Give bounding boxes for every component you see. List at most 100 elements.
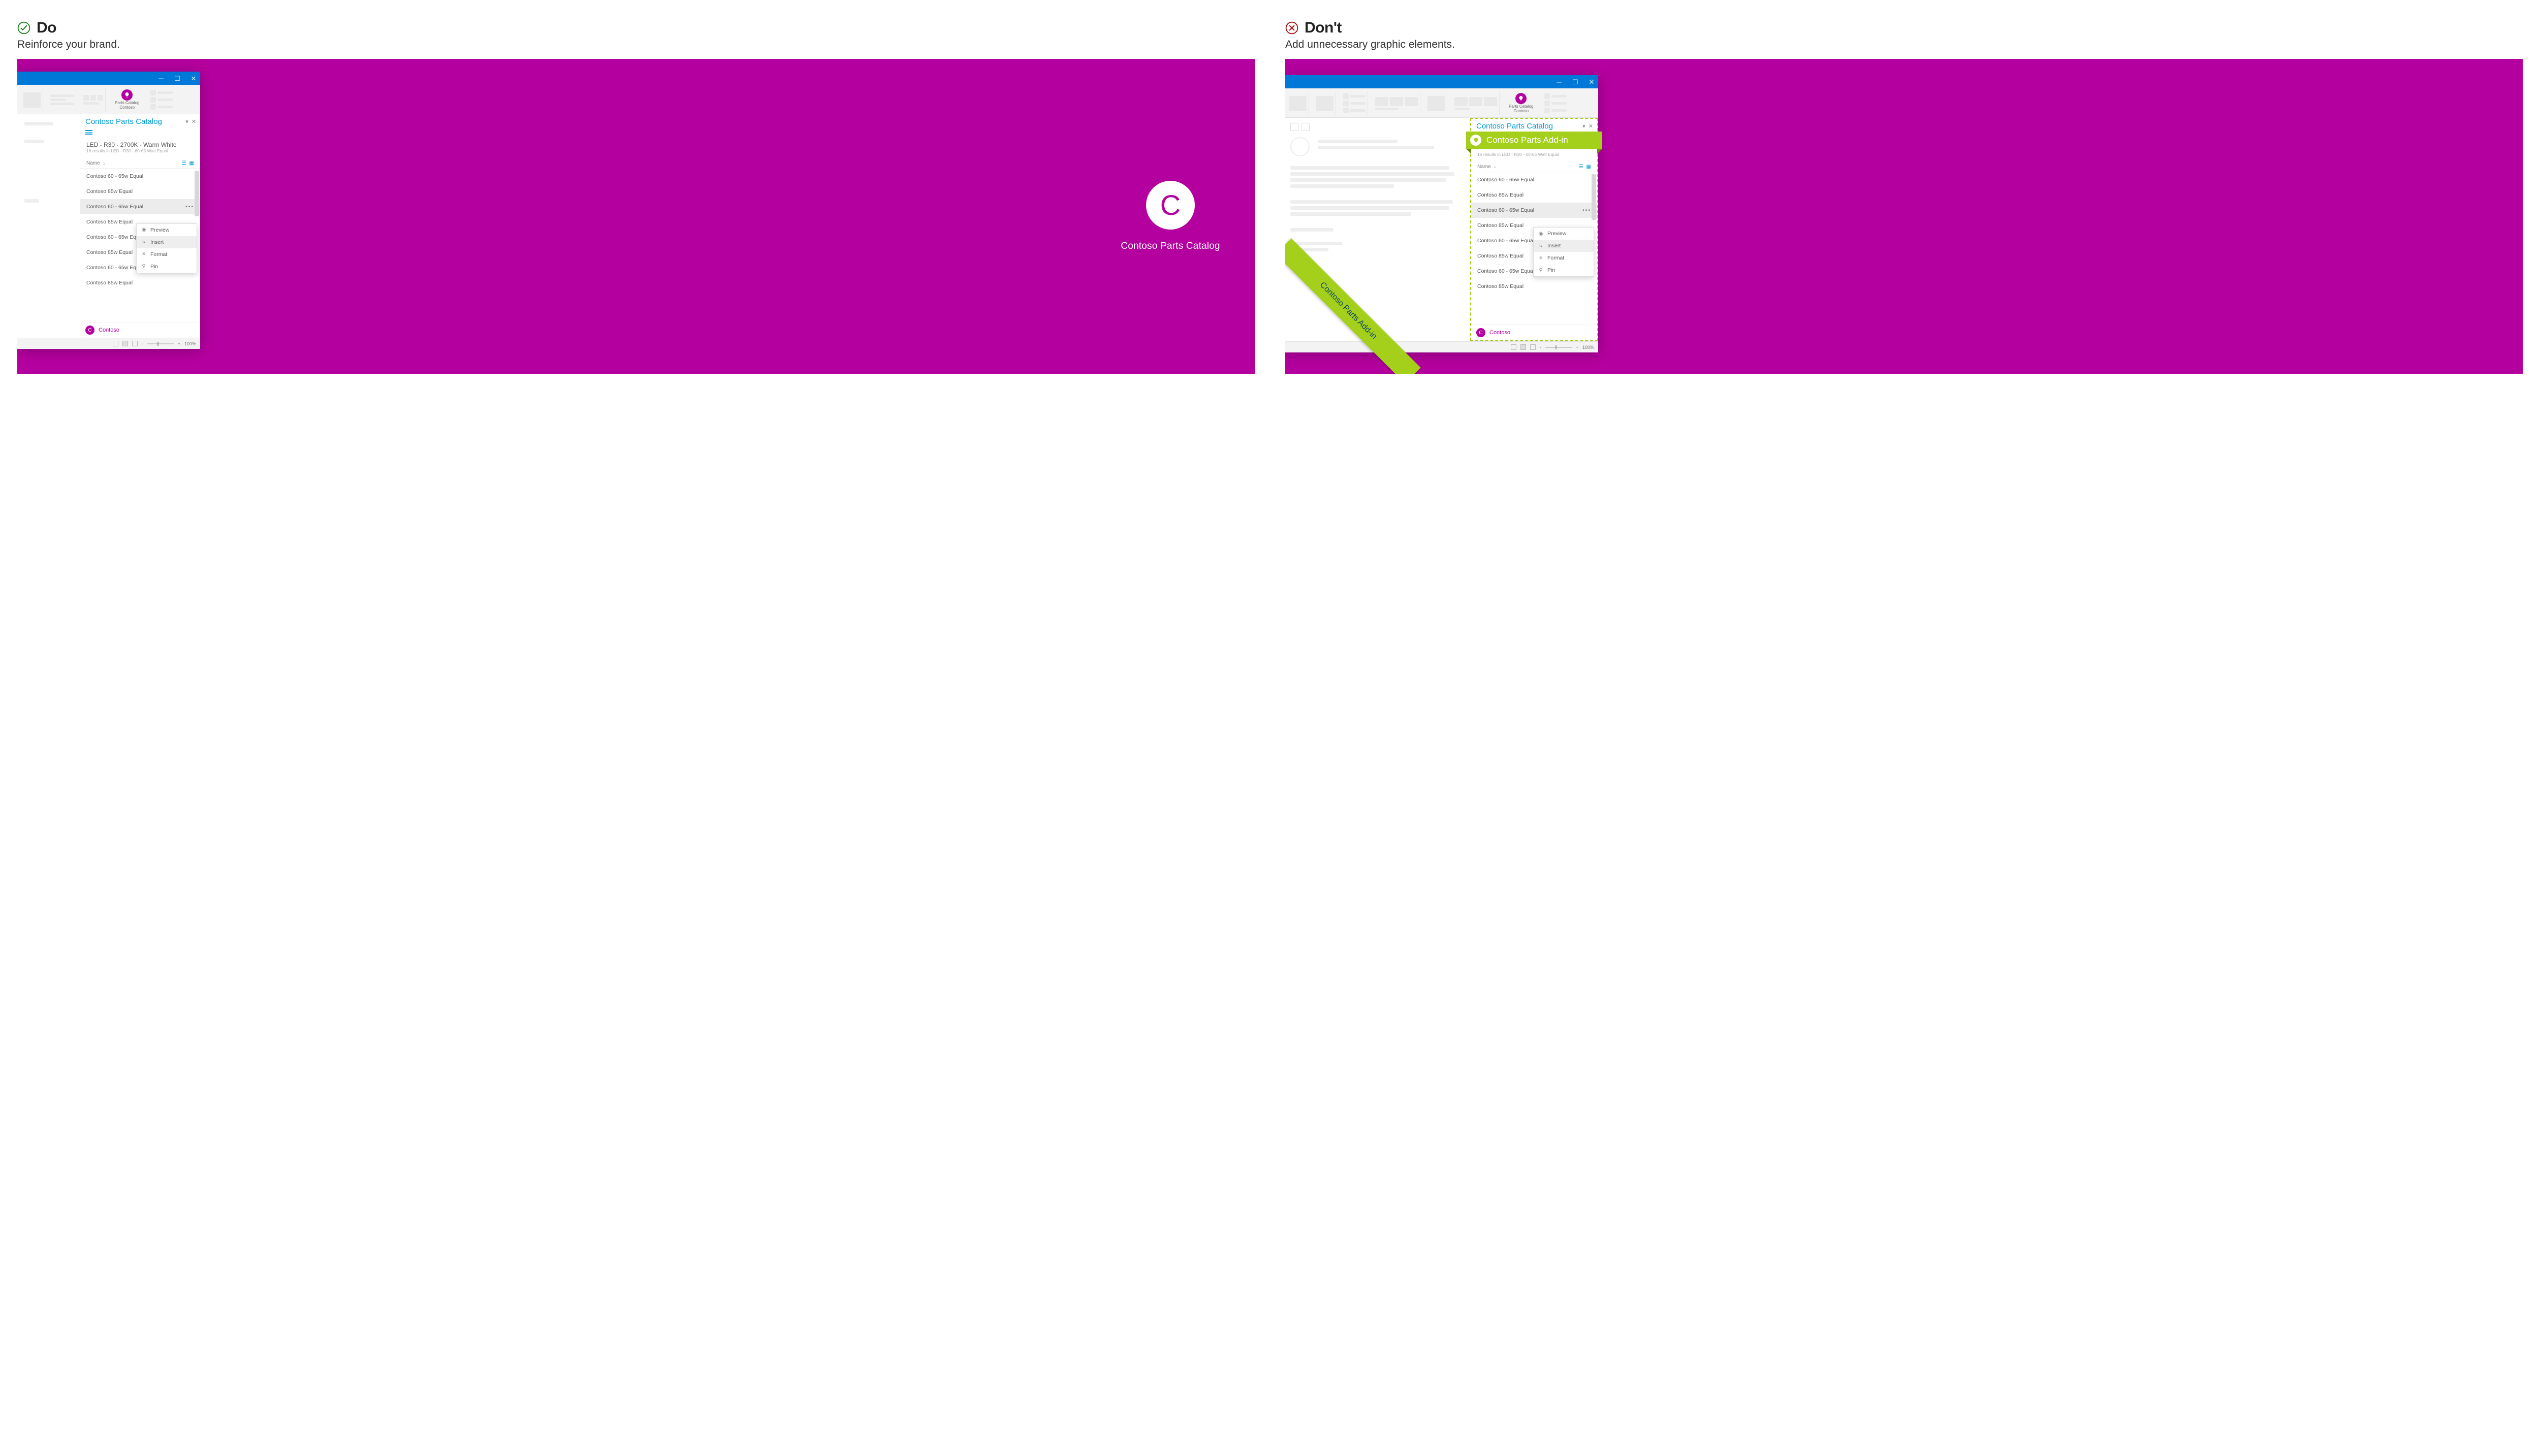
pin-icon: ⚲	[1538, 268, 1544, 273]
brand-footer-label[interactable]: Contoso	[99, 327, 119, 333]
ctx-pin[interactable]: ⚲Pin	[137, 261, 197, 273]
view-reading-icon[interactable]	[1520, 344, 1526, 350]
brand-badge-icon: C	[85, 326, 94, 335]
grid-view-icon[interactable]: ▦	[189, 160, 194, 166]
window-minimize-icon[interactable]: ─	[1554, 79, 1564, 85]
avatar-icon	[1290, 137, 1310, 156]
zoom-in-button[interactable]: +	[178, 341, 180, 346]
mail-pane	[17, 114, 80, 338]
window-maximize-icon[interactable]: ☐	[173, 75, 182, 82]
window-minimize-icon[interactable]: ─	[156, 75, 166, 82]
ribbon: Parts CatalogContoso	[1285, 88, 1598, 118]
sort-asc-icon[interactable]: ↓	[103, 160, 105, 166]
window-titlebar: ─ ☐ ✕	[1285, 75, 1598, 88]
window-close-icon[interactable]: ✕	[189, 75, 198, 82]
zoom-in-button[interactable]: +	[1576, 345, 1578, 350]
format-icon: ≡	[141, 251, 147, 257]
zoom-slider[interactable]	[1545, 347, 1572, 348]
list-item[interactable]: Contoso 85w Equal	[80, 184, 200, 199]
task-pane-dashed: Contoso Parts Catalog ▾ ✕ Contoso Parts …	[1470, 118, 1598, 341]
view-web-icon[interactable]	[132, 341, 138, 346]
lightbulb-icon	[121, 89, 133, 101]
search-title: LED - R30 - 2700K - Warm White	[80, 141, 200, 148]
list-item-selected[interactable]: Contoso 60 - 65w Equal •••	[1471, 203, 1597, 218]
checkbox-icon[interactable]	[1290, 123, 1298, 131]
window-close-icon[interactable]: ✕	[1587, 79, 1596, 85]
addin-flag-label: Contoso Parts Add-in	[1486, 135, 1568, 145]
brand-footer-label[interactable]: Contoso	[1489, 330, 1510, 336]
scrollbar-thumb[interactable]	[195, 171, 199, 216]
context-menu: ◉Preview ↳Insert ≡Format ⚲Pin	[1533, 227, 1594, 277]
list-item[interactable]: Contoso 85w Equal	[1471, 187, 1597, 203]
checkbox-icon[interactable]	[1301, 123, 1310, 131]
ctx-format[interactable]: ≡Format	[1534, 252, 1594, 264]
grid-view-icon[interactable]: ▦	[1586, 164, 1591, 170]
brand-badge-icon: C	[1476, 328, 1485, 337]
view-normal-icon[interactable]	[1511, 344, 1516, 350]
cross-circle-icon	[1285, 21, 1298, 35]
list-item-selected[interactable]: Contoso 60 - 65w Equal •••	[80, 199, 200, 214]
search-subtitle: 16 results in LED - R30 - 60-65 Watt Equ…	[80, 148, 200, 158]
zoom-out-button[interactable]: -	[142, 341, 143, 346]
addin-flag-banner: Contoso Parts Add-in	[1466, 132, 1602, 149]
format-icon: ≡	[1538, 255, 1544, 261]
more-icon[interactable]: •••	[1582, 207, 1591, 213]
brand-splash: C Contoso Parts Catalog	[1086, 59, 1255, 374]
view-web-icon[interactable]	[1530, 344, 1536, 350]
list-item[interactable]: Contoso 60 - 65w Equal	[80, 169, 200, 184]
ctx-format[interactable]: ≡Format	[137, 248, 197, 261]
ribbon: Parts CatalogContoso	[17, 85, 200, 114]
window-titlebar: ─ ☐ ✕	[17, 72, 200, 85]
task-pane: Contoso Parts Catalog ▾ ✕ LED - R30 - 27…	[80, 114, 200, 338]
ctx-insert[interactable]: ↳Insert	[137, 236, 197, 248]
scrollbar-thumb[interactable]	[1592, 174, 1596, 220]
ctx-insert[interactable]: ↳Insert	[1534, 240, 1594, 252]
view-reading-icon[interactable]	[122, 341, 128, 346]
eye-icon: ◉	[1538, 231, 1544, 237]
hamburger-icon[interactable]	[85, 129, 92, 136]
pane-close-icon[interactable]: ✕	[192, 118, 196, 125]
do-column: Do Reinforce your brand. ─ ☐ ✕	[17, 19, 1255, 374]
list-view-icon[interactable]: ☰	[182, 160, 186, 166]
sort-asc-icon[interactable]: ↓	[1494, 164, 1496, 170]
brand-logo-circle: C	[1146, 181, 1195, 230]
do-stage: ─ ☐ ✕	[17, 59, 1255, 374]
search-subtitle: 16 results in LED - R30 - 60-65 Watt Equ…	[1471, 152, 1597, 162]
column-name-header[interactable]: Name	[86, 160, 100, 166]
pane-pin-icon[interactable]: ▾	[1582, 123, 1585, 130]
dont-stage: ─ ☐ ✕	[1285, 59, 2523, 374]
do-title: Do	[37, 19, 56, 37]
list-item[interactable]: Contoso 85w Equal	[1471, 279, 1597, 294]
ribbon-addin-button[interactable]: Parts CatalogContoso	[111, 88, 143, 112]
dont-title: Don't	[1305, 19, 1342, 37]
zoom-level: 100%	[1582, 345, 1594, 350]
zoom-level: 100%	[184, 341, 196, 346]
more-icon[interactable]: •••	[185, 204, 194, 210]
ctx-preview[interactable]: ◉Preview	[137, 224, 197, 236]
status-bar: - + 100%	[17, 338, 200, 349]
insert-icon: ↳	[141, 239, 147, 245]
results-list: Contoso 60 - 65w Equal Contoso 85w Equal…	[1471, 172, 1597, 325]
ctx-pin[interactable]: ⚲Pin	[1534, 264, 1594, 276]
pane-close-icon[interactable]: ✕	[1589, 123, 1593, 130]
zoom-slider[interactable]	[147, 343, 174, 344]
view-normal-icon[interactable]	[113, 341, 118, 346]
pane-title: Contoso Parts Catalog	[1476, 122, 1553, 131]
window-maximize-icon[interactable]: ☐	[1571, 79, 1580, 85]
pane-pin-icon[interactable]: ▾	[185, 118, 188, 125]
insert-icon: ↳	[1538, 243, 1544, 249]
lightbulb-icon	[1470, 135, 1481, 146]
do-subtitle: Reinforce your brand.	[17, 39, 1255, 51]
list-item[interactable]: Contoso 60 - 65w Equal	[1471, 172, 1597, 187]
ribbon-addin-button[interactable]: Parts CatalogContoso	[1505, 91, 1537, 115]
eye-icon: ◉	[141, 227, 147, 233]
column-name-header[interactable]: Name	[1477, 164, 1491, 170]
list-item[interactable]: Contoso 85w Equal	[80, 275, 200, 290]
zoom-out-button[interactable]: -	[1540, 345, 1541, 350]
list-view-icon[interactable]: ☰	[1579, 164, 1583, 170]
ctx-preview[interactable]: ◉Preview	[1534, 228, 1594, 240]
ribbon-addin-label-2: Contoso	[119, 105, 135, 110]
outlook-window-do: ─ ☐ ✕	[17, 72, 200, 349]
brand-logo-letter: C	[1160, 191, 1181, 219]
check-circle-icon	[17, 21, 30, 35]
